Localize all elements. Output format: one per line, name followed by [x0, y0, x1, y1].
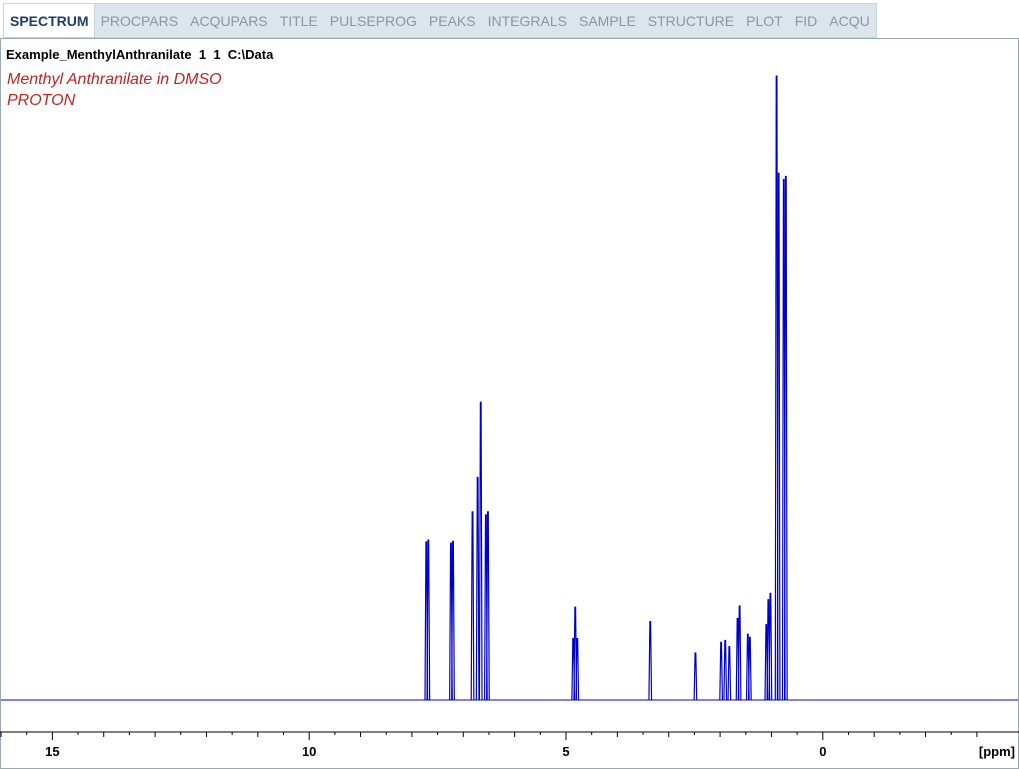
spectrum-peak	[723, 639, 728, 701]
tab-fid[interactable]: FID	[789, 4, 824, 37]
tab-acqupars[interactable]: ACQUPARS	[184, 4, 274, 37]
tab-title[interactable]: TITLE	[274, 4, 324, 37]
x-axis-tick-label: 10	[302, 744, 316, 759]
tab-spectrum[interactable]: SPECTRUM	[4, 4, 95, 37]
spectrum-peak	[426, 539, 431, 701]
tab-bar: SPECTRUM PROCPARS ACQUPARS TITLE PULSEPROG PE…	[0, 0, 1019, 38]
spectrum-peak	[575, 637, 580, 701]
tab-strip: SPECTRUM PROCPARS ACQUPARS TITLE PULSEPROG PE…	[3, 3, 877, 38]
spectrum-peak	[727, 646, 732, 701]
tab-plot[interactable]: PLOT	[740, 4, 789, 37]
spectrum-peak	[719, 641, 724, 701]
spectrum-peak	[768, 592, 773, 701]
spectrum-peak	[737, 605, 742, 701]
spectrum-peak	[470, 511, 475, 701]
tab-integrals[interactable]: INTEGRALS	[482, 4, 573, 37]
spectrum-plot[interactable]: 15 10 5 0 [ppm]	[0, 38, 1019, 769]
tab-acqu[interactable]: ACQU	[823, 4, 875, 37]
spectrum-peak	[776, 172, 781, 701]
spectrum-peak	[747, 636, 752, 701]
tab-sample[interactable]: SAMPLE	[573, 4, 642, 37]
x-axis-unit-label: [ppm]	[979, 744, 1015, 759]
tab-structure[interactable]: STRUCTURE	[642, 4, 740, 37]
x-axis-tick-label: 5	[562, 744, 569, 759]
tab-peaks[interactable]: PEAKS	[423, 4, 482, 37]
x-axis-tick-label: 0	[819, 744, 826, 759]
spectrum-peak	[478, 401, 483, 701]
spectrum-peak	[648, 621, 653, 701]
spectrum-peak	[693, 652, 698, 701]
x-axis-tick-label: 15	[45, 744, 59, 759]
spectrum-peak	[486, 511, 490, 701]
tab-procpars[interactable]: PROCPARS	[95, 4, 185, 37]
spectrum-peak	[783, 175, 788, 701]
tab-pulseprog[interactable]: PULSEPROG	[324, 4, 423, 37]
spectrum-peak	[451, 540, 455, 701]
spectrum-peak	[475, 476, 480, 701]
